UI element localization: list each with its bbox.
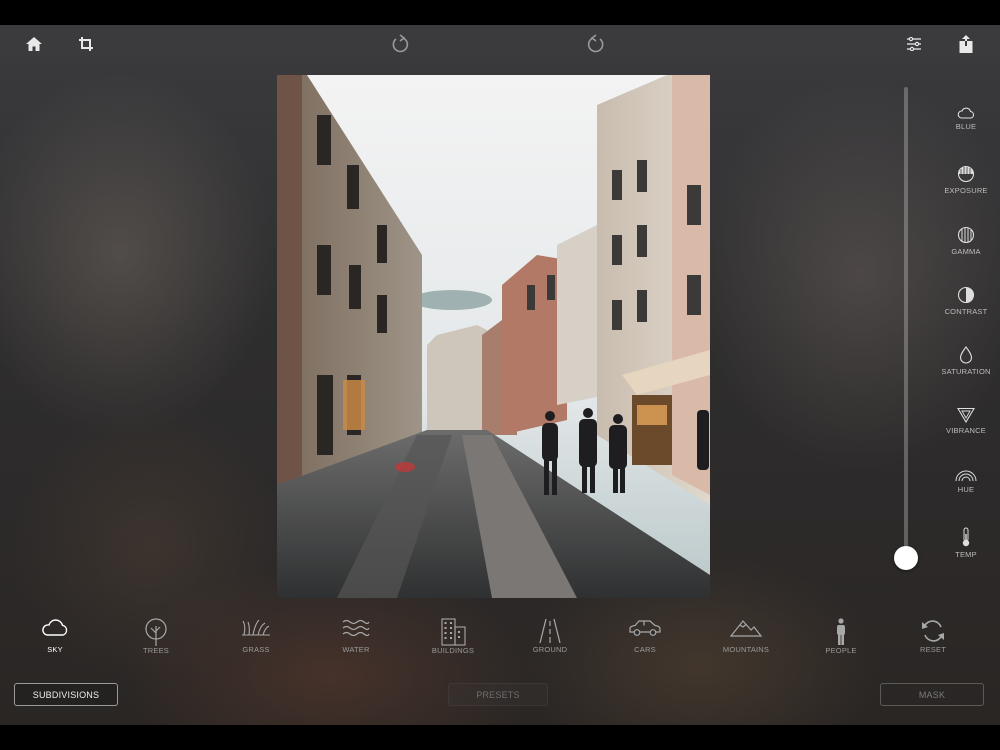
segment-label: SKY — [47, 645, 63, 654]
vibrance-icon — [957, 407, 975, 423]
gamma-icon — [957, 226, 975, 244]
segment-label: TREES — [142, 646, 169, 655]
building-icon — [441, 618, 466, 646]
segment-mountains[interactable]: MOUNTAINS — [706, 618, 786, 654]
adjustment-temp[interactable]: TEMP — [936, 527, 996, 559]
adjustment-contrast[interactable]: CONTRAST — [936, 286, 996, 316]
road-icon — [539, 618, 561, 644]
contrast-icon — [957, 286, 975, 304]
mountain-icon — [730, 620, 762, 637]
thermometer-icon — [962, 527, 970, 547]
exposure-icon — [957, 165, 975, 183]
adjustment-label: CONTRAST — [944, 307, 988, 316]
subdivisions-button[interactable]: SUBDIVISIONS — [14, 683, 118, 706]
editor-screen: BLUE EXPOSURE GAMMA CONTRAST SATURATION … — [0, 25, 1000, 725]
adjustment-label: TEMP — [955, 550, 977, 559]
segment-grass[interactable]: GRASS — [216, 618, 296, 654]
person-icon — [837, 618, 845, 645]
adjustment-label: EXPOSURE — [944, 186, 988, 195]
adjustment-vibrance[interactable]: VIBRANCE — [936, 407, 996, 435]
segment-label: PEOPLE — [825, 646, 857, 655]
rainbow-icon — [955, 470, 977, 482]
segment-water[interactable]: WATER — [316, 618, 396, 654]
segment-label: GRASS — [242, 645, 270, 654]
share-icon[interactable] — [955, 33, 977, 55]
adjustment-label: HUE — [957, 485, 975, 494]
adjustment-exposure[interactable]: EXPOSURE — [936, 165, 996, 195]
segment-sky[interactable]: SKY — [15, 618, 95, 654]
adjustment-slider-thumb[interactable] — [894, 546, 918, 570]
adjustment-blue[interactable]: BLUE — [936, 107, 996, 131]
adjustment-label: SATURATION — [941, 367, 991, 376]
car-icon — [629, 620, 661, 636]
cloud-icon — [42, 619, 68, 636]
adjustment-label: VIBRANCE — [946, 426, 986, 435]
tree-icon — [145, 618, 167, 646]
segment-ground[interactable]: GROUND — [510, 618, 590, 654]
crop-icon[interactable] — [75, 33, 97, 55]
segment-people[interactable]: PEOPLE — [801, 618, 881, 655]
droplet-icon — [959, 346, 973, 364]
segment-label: GROUND — [532, 645, 568, 654]
sliders-icon[interactable] — [903, 33, 925, 55]
waves-icon — [342, 619, 370, 637]
cloud-icon — [957, 107, 975, 119]
adjustment-hue[interactable]: HUE — [936, 468, 996, 494]
presets-button[interactable]: PRESETS — [448, 683, 548, 706]
photo-canvas[interactable] — [277, 75, 710, 598]
reset-icon — [922, 620, 944, 642]
segment-label: CARS — [634, 645, 656, 654]
segment-cars[interactable]: CARS — [605, 618, 685, 654]
segment-label: RESET — [919, 645, 946, 654]
grass-icon — [242, 619, 270, 636]
segment-trees[interactable]: TREES — [116, 618, 196, 655]
undo-icon[interactable] — [389, 33, 411, 55]
mask-button[interactable]: MASK — [880, 683, 984, 706]
adjustment-slider-track[interactable] — [904, 87, 908, 559]
home-icon[interactable] — [23, 33, 45, 55]
segment-label: MOUNTAINS — [722, 645, 770, 654]
segment-label: BUILDINGS — [431, 646, 475, 655]
adjustment-saturation[interactable]: SATURATION — [936, 346, 996, 376]
redo-icon[interactable] — [585, 33, 607, 55]
adjustment-gamma[interactable]: GAMMA — [936, 226, 996, 256]
adjustment-label: BLUE — [955, 122, 977, 131]
segment-label: WATER — [342, 645, 370, 654]
segment-buildings[interactable]: BUILDINGS — [413, 618, 493, 655]
segment-reset[interactable]: RESET — [893, 618, 973, 654]
adjustment-label: GAMMA — [951, 247, 981, 256]
top-toolbar — [0, 25, 1000, 63]
